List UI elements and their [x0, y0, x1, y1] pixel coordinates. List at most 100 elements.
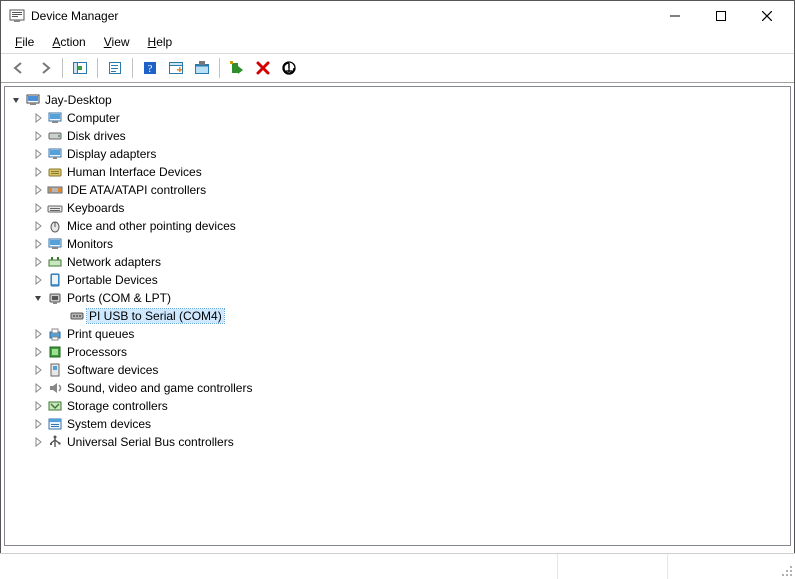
- tree-category[interactable]: Ports (COM & LPT): [31, 289, 790, 307]
- statusbar-pane: [0, 554, 557, 579]
- category-label[interactable]: Storage controllers: [65, 399, 170, 413]
- device-icon: [69, 308, 85, 324]
- tree-category[interactable]: IDE ATA/ATAPI controllers: [31, 181, 790, 199]
- category-icon: [47, 344, 63, 360]
- device-tree-pane[interactable]: Jay-Desktop Computer Disk drives Display a…: [4, 86, 791, 546]
- expand-icon[interactable]: [31, 327, 45, 341]
- expand-icon[interactable]: [31, 147, 45, 161]
- computer-icon: [25, 92, 41, 108]
- menu-action[interactable]: Action: [44, 33, 93, 51]
- category-icon: [47, 380, 63, 396]
- maximize-button[interactable]: [698, 1, 744, 31]
- back-button[interactable]: [7, 56, 31, 80]
- tree-root-label[interactable]: Jay-Desktop: [43, 93, 114, 107]
- expand-icon[interactable]: [31, 435, 45, 449]
- category-label[interactable]: Disk drives: [65, 129, 128, 143]
- expand-icon[interactable]: [31, 219, 45, 233]
- expand-icon[interactable]: [31, 111, 45, 125]
- expand-icon[interactable]: [31, 255, 45, 269]
- tree-category[interactable]: Storage controllers: [31, 397, 790, 415]
- expand-icon[interactable]: [31, 417, 45, 431]
- tree-category[interactable]: Universal Serial Bus controllers: [31, 433, 790, 451]
- category-label[interactable]: Keyboards: [65, 201, 126, 215]
- category-label[interactable]: Sound, video and game controllers: [65, 381, 254, 395]
- expand-icon[interactable]: [31, 183, 45, 197]
- category-label[interactable]: Ports (COM & LPT): [65, 291, 173, 305]
- category-label[interactable]: Computer: [65, 111, 122, 125]
- tree-category[interactable]: Human Interface Devices: [31, 163, 790, 181]
- toolbar: ?: [1, 53, 794, 83]
- tree-category[interactable]: Mice and other pointing devices: [31, 217, 790, 235]
- properties-button[interactable]: [103, 56, 127, 80]
- expand-icon[interactable]: [31, 345, 45, 359]
- forward-button[interactable]: [33, 56, 57, 80]
- expand-icon[interactable]: [31, 165, 45, 179]
- expand-icon[interactable]: [31, 237, 45, 251]
- category-label[interactable]: Universal Serial Bus controllers: [65, 435, 236, 449]
- menu-file[interactable]: File: [7, 33, 42, 51]
- statusbar-pane: [667, 554, 777, 579]
- tree-category[interactable]: Network adapters: [31, 253, 790, 271]
- category-label[interactable]: Software devices: [65, 363, 160, 377]
- category-label[interactable]: Mice and other pointing devices: [65, 219, 238, 233]
- tree-root[interactable]: Jay-Desktop: [9, 91, 790, 109]
- expand-icon[interactable]: [31, 129, 45, 143]
- uninstall-device-button[interactable]: [251, 56, 275, 80]
- disable-device-button[interactable]: [277, 56, 301, 80]
- expand-icon[interactable]: [31, 381, 45, 395]
- statusbar-pane: [557, 554, 667, 579]
- menu-help[interactable]: Help: [140, 33, 181, 51]
- category-icon: [47, 146, 63, 162]
- update-driver-button[interactable]: [190, 56, 214, 80]
- category-label[interactable]: Monitors: [65, 237, 115, 251]
- collapse-icon[interactable]: [31, 291, 45, 305]
- resize-grip[interactable]: [777, 554, 795, 579]
- toolbar-separator: [97, 58, 98, 78]
- category-label[interactable]: IDE ATA/ATAPI controllers: [65, 183, 208, 197]
- collapse-icon[interactable]: [9, 93, 23, 107]
- category-icon: [47, 218, 63, 234]
- show-hide-tree-button[interactable]: [68, 56, 92, 80]
- category-label[interactable]: Network adapters: [65, 255, 163, 269]
- tree-category[interactable]: Keyboards: [31, 199, 790, 217]
- svg-text:?: ?: [148, 63, 153, 75]
- titlebar: Device Manager: [1, 1, 794, 31]
- minimize-button[interactable]: [652, 1, 698, 31]
- tree-category[interactable]: Software devices: [31, 361, 790, 379]
- category-label[interactable]: Processors: [65, 345, 129, 359]
- device-manager-icon: [9, 8, 25, 24]
- category-label[interactable]: Portable Devices: [65, 273, 160, 287]
- category-label[interactable]: Human Interface Devices: [65, 165, 204, 179]
- tree-category[interactable]: System devices: [31, 415, 790, 433]
- toolbar-separator: [132, 58, 133, 78]
- category-icon: [47, 398, 63, 414]
- tree-category[interactable]: Display adapters: [31, 145, 790, 163]
- category-label[interactable]: Display adapters: [65, 147, 158, 161]
- tree-category[interactable]: Portable Devices: [31, 271, 790, 289]
- tree-category[interactable]: Monitors: [31, 235, 790, 253]
- category-label[interactable]: System devices: [65, 417, 153, 431]
- menu-view[interactable]: View: [96, 33, 138, 51]
- category-icon: [47, 236, 63, 252]
- expand-icon[interactable]: [31, 399, 45, 413]
- tree-category[interactable]: Print queues: [31, 325, 790, 343]
- expand-icon[interactable]: [31, 363, 45, 377]
- category-icon: [47, 254, 63, 270]
- tree-category[interactable]: Sound, video and game controllers: [31, 379, 790, 397]
- category-icon: [47, 128, 63, 144]
- category-icon: [47, 290, 63, 306]
- scan-hardware-button[interactable]: [164, 56, 188, 80]
- expand-icon[interactable]: [31, 201, 45, 215]
- tree-category[interactable]: Computer: [31, 109, 790, 127]
- help-button[interactable]: ?: [138, 56, 162, 80]
- expand-icon[interactable]: [31, 273, 45, 287]
- window-title: Device Manager: [31, 9, 118, 23]
- tree-category[interactable]: Processors: [31, 343, 790, 361]
- category-icon: [47, 272, 63, 288]
- device-label[interactable]: PI USB to Serial (COM4): [87, 309, 224, 323]
- close-button[interactable]: [744, 1, 790, 31]
- category-label[interactable]: Print queues: [65, 327, 136, 341]
- enable-device-button[interactable]: [225, 56, 249, 80]
- tree-category[interactable]: Disk drives: [31, 127, 790, 145]
- tree-device[interactable]: PI USB to Serial (COM4): [53, 307, 790, 325]
